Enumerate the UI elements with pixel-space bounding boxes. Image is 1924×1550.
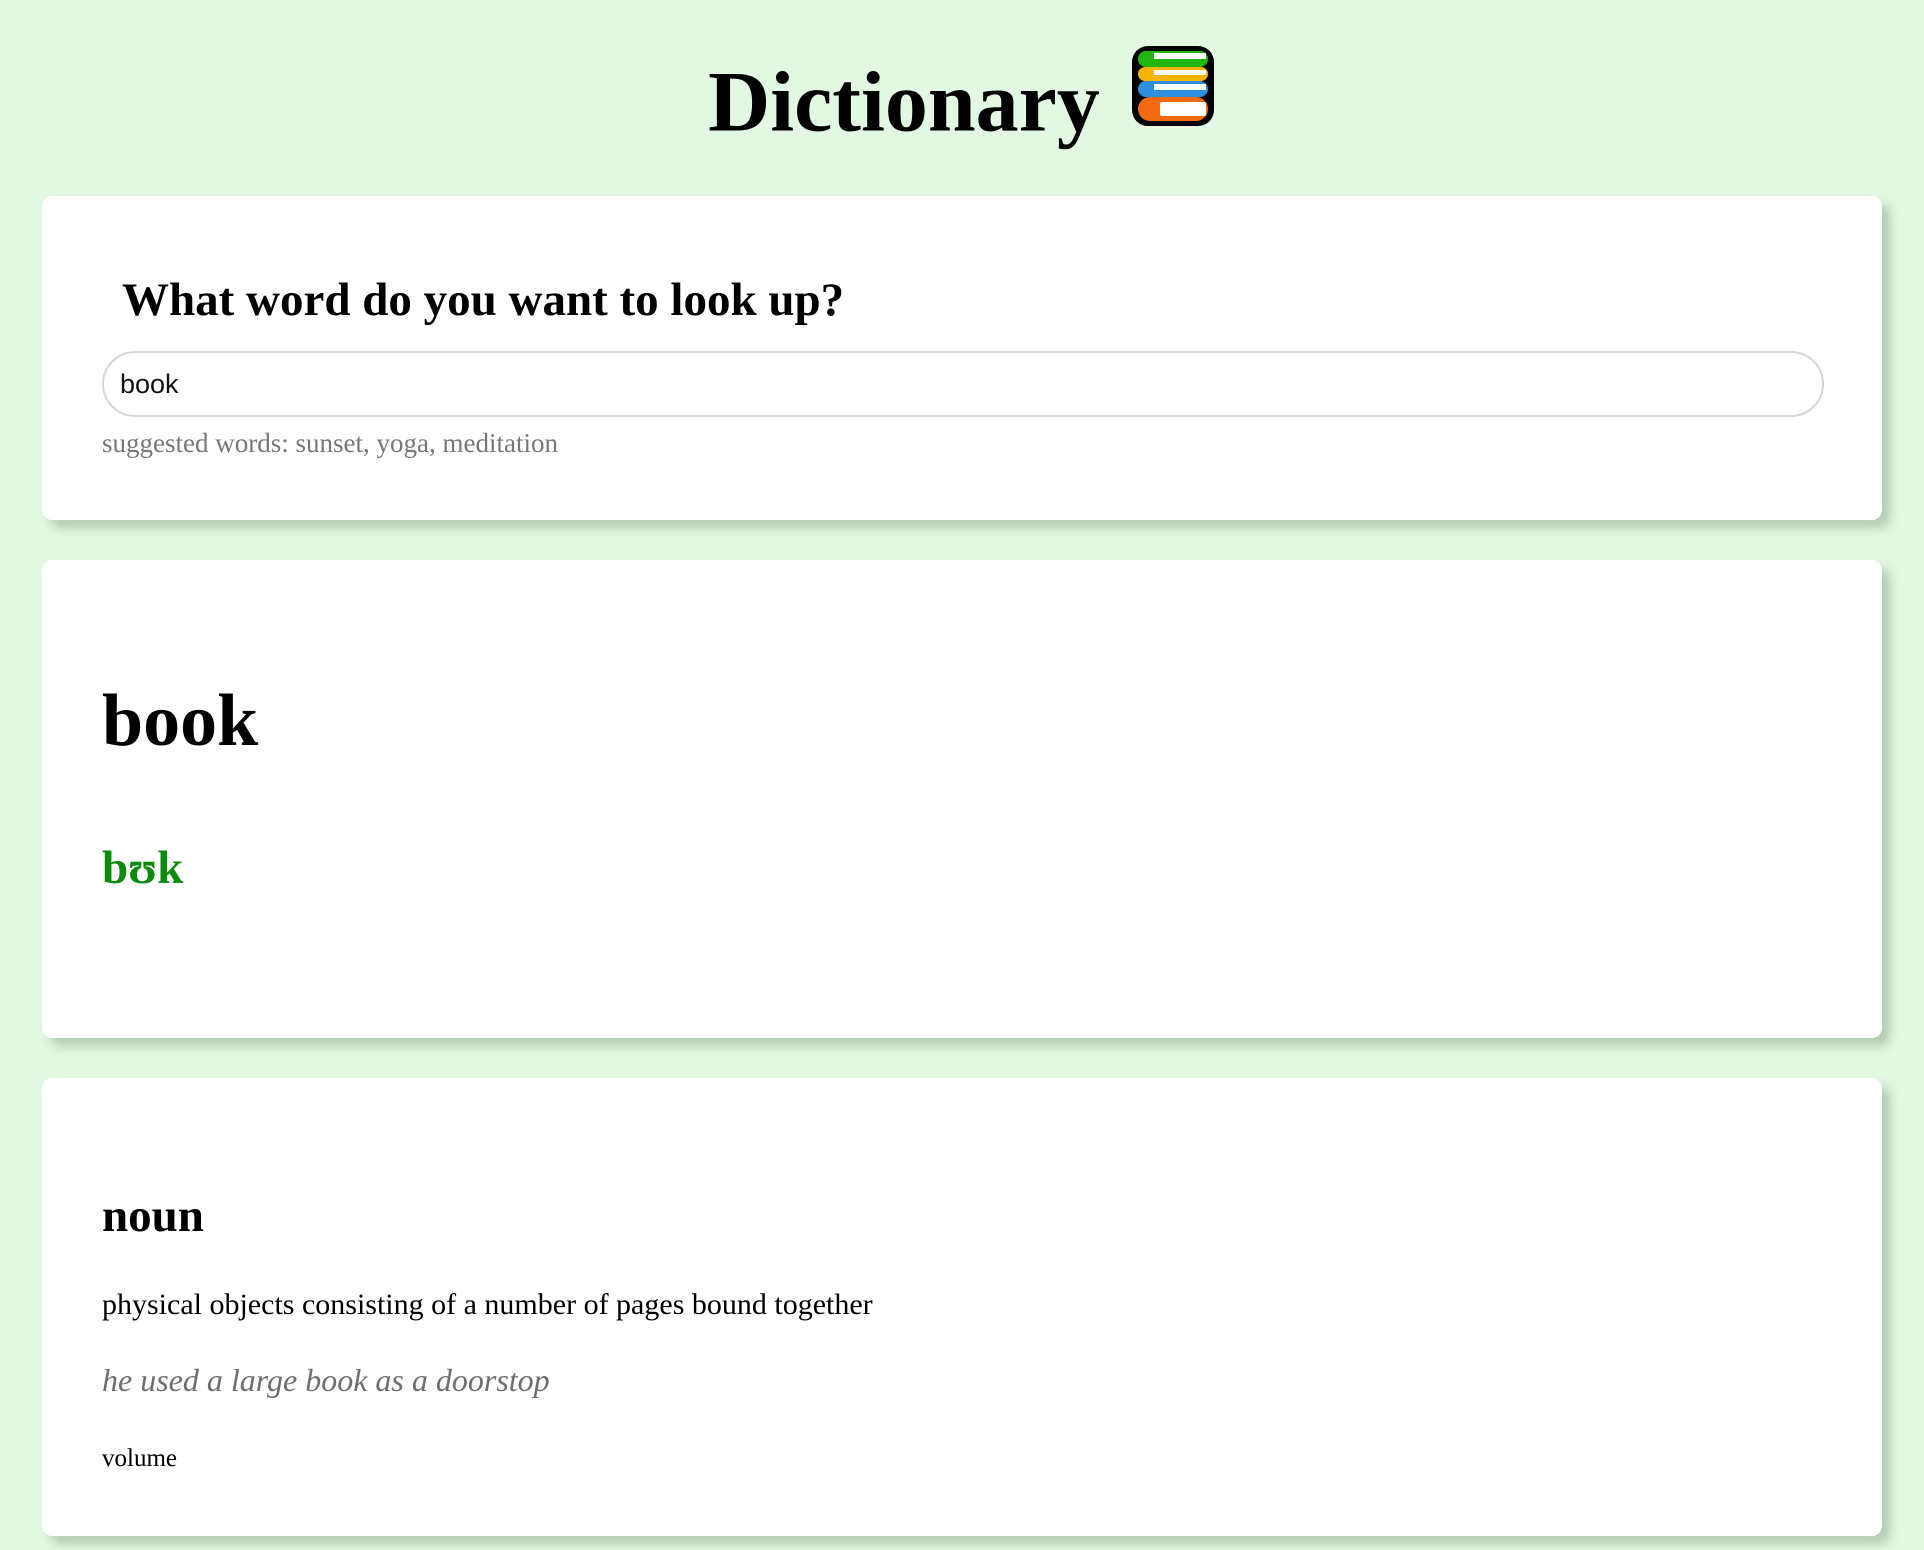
meaning-card: noun physical objects consisting of a nu… bbox=[42, 1078, 1882, 1536]
suggested-words: suggested words: sunset, yoga, meditatio… bbox=[102, 428, 558, 458]
part-of-speech: noun bbox=[102, 1190, 204, 1242]
word-heading: book bbox=[102, 680, 259, 762]
definition-text: physical objects consisting of a number … bbox=[102, 1288, 873, 1321]
synonym-text: volume bbox=[102, 1445, 177, 1472]
page-title-text: Dictionary bbox=[708, 53, 1100, 150]
phonetic-text: bʊk bbox=[102, 842, 184, 894]
search-input[interactable] bbox=[102, 351, 1824, 417]
books-icon bbox=[1130, 44, 1216, 147]
page-title: Dictionary bbox=[0, 44, 1924, 153]
search-heading: What word do you want to look up? bbox=[122, 274, 845, 326]
example-text: he used a large book as a doorstop bbox=[102, 1362, 550, 1398]
word-card: book bʊk bbox=[42, 560, 1882, 1038]
search-card: What word do you want to look up? sugges… bbox=[42, 196, 1882, 520]
